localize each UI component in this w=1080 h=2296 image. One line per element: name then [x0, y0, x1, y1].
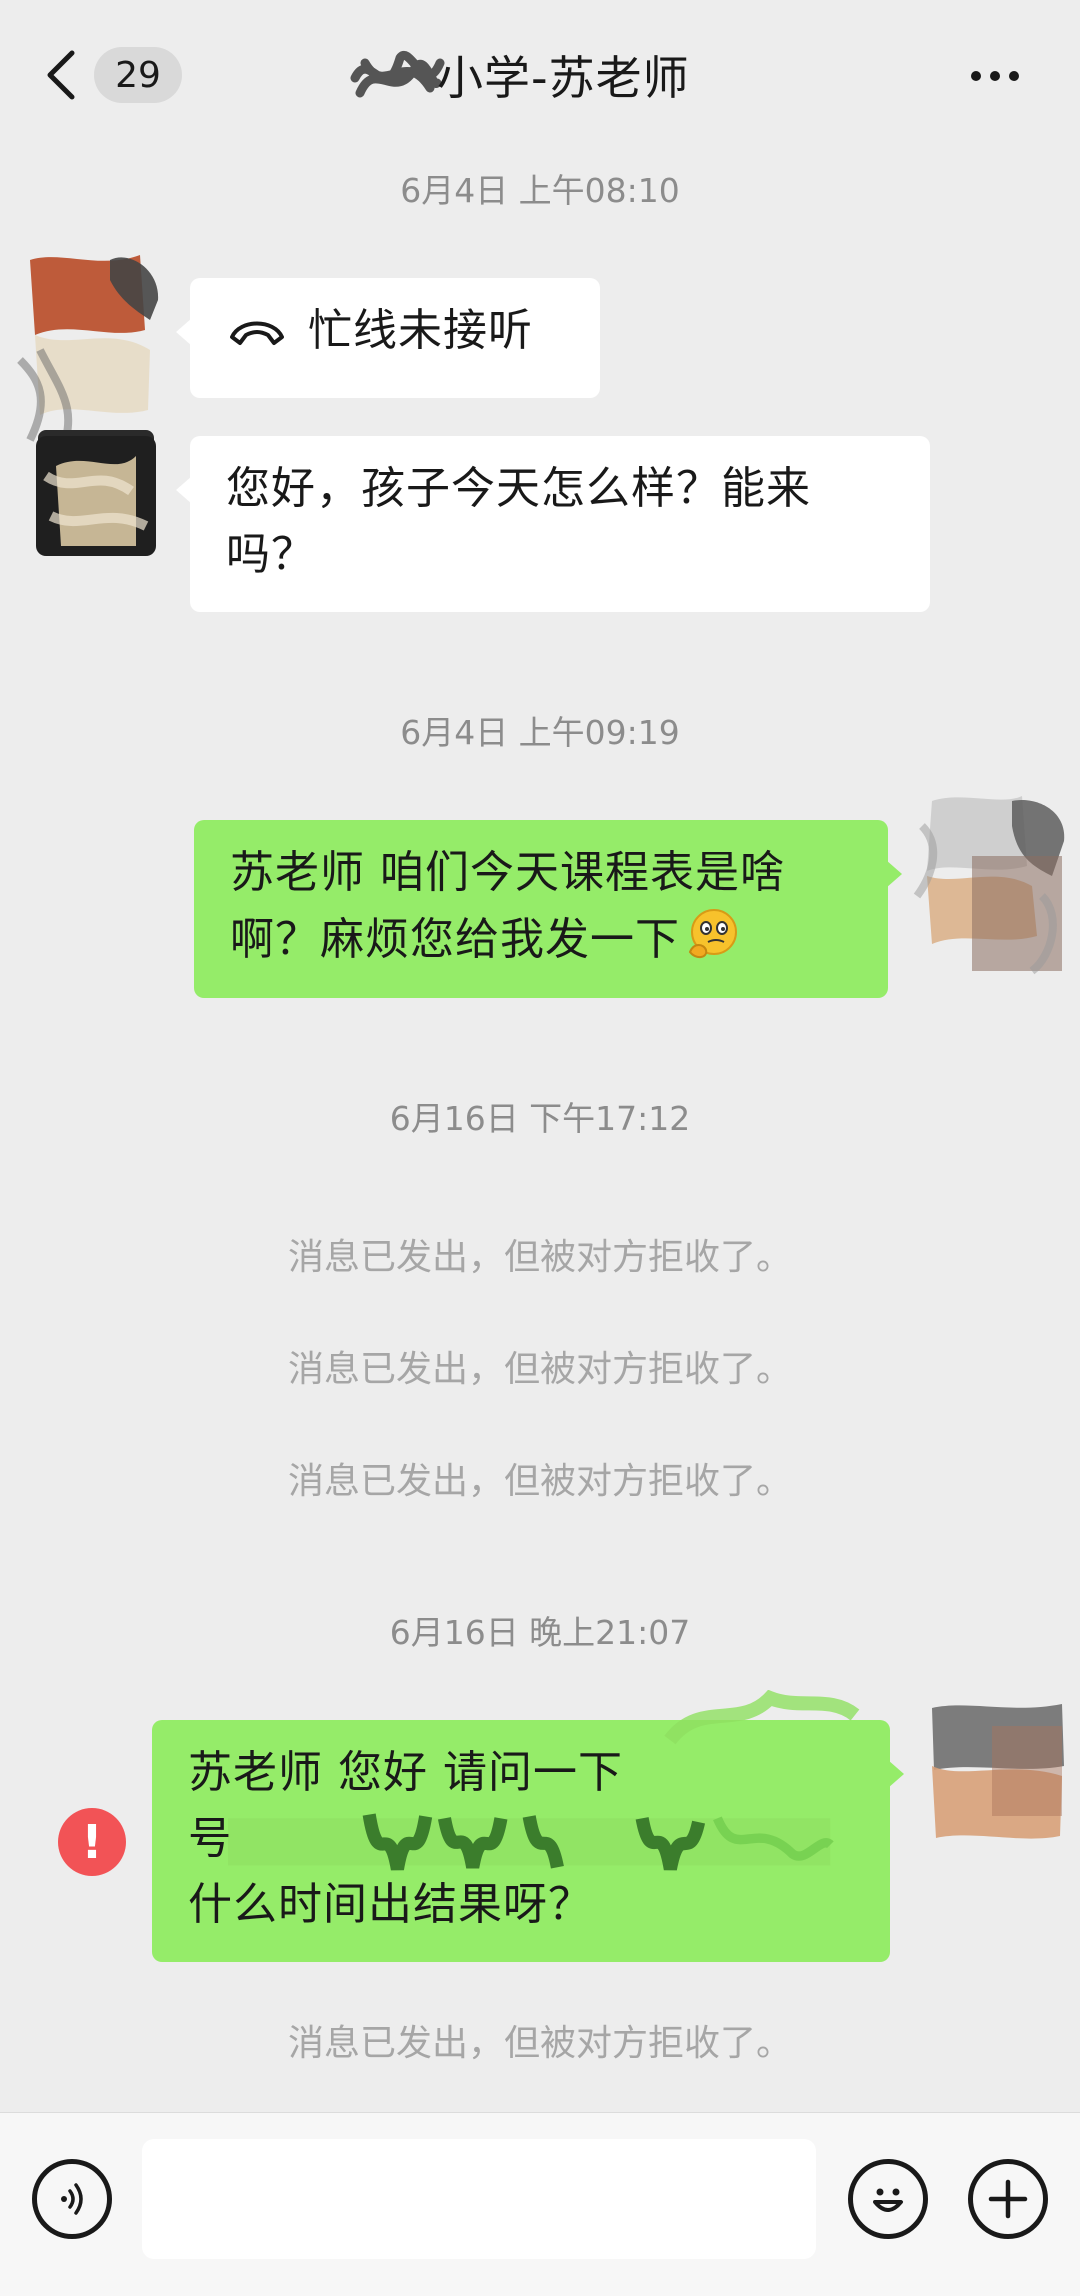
plus-icon: [988, 2179, 1028, 2219]
phone-hangup-icon: [230, 321, 284, 345]
missed-call-text: 忙线未接听: [308, 305, 533, 356]
redaction-scribble: [350, 51, 445, 98]
chat-title: 小学-苏老师: [437, 51, 690, 105]
chevron-left-icon: [47, 50, 75, 100]
incoming-message-bubble[interactable]: 您好，孩子今天怎么样？能来 吗？: [176, 436, 930, 612]
system-notice: 消息已发出，但被对方拒收了。: [287, 2023, 792, 2064]
system-notice: 消息已发出，但被对方拒收了。: [287, 1237, 792, 1278]
more-dots-icon: [990, 71, 1000, 81]
outgoing-message-bubble[interactable]: 苏老师 咱们今天课程表是啥 啊？麻烦您给我发一下: [194, 820, 902, 998]
message-text: 啊？麻烦您给我发一下: [230, 914, 680, 965]
my-avatar[interactable]: [922, 1696, 1072, 1846]
missed-call-bubble[interactable]: 忙线未接听: [176, 278, 600, 398]
timestamp: 6月16日 晚上21:07: [389, 1613, 691, 1652]
back-button[interactable]: 29: [40, 40, 190, 110]
more-features-button[interactable]: [968, 2159, 1048, 2239]
message-text: 苏老师 咱们今天课程表是啥: [230, 847, 785, 898]
redaction-scribble: [228, 1813, 834, 1871]
system-notice: 消息已发出，但被对方拒收了。: [287, 1461, 792, 1502]
message-text: 什么时间出结果呀？: [188, 1879, 593, 1930]
thinking-emoji-icon: [688, 909, 737, 958]
message-text: 号: [188, 1813, 233, 1864]
redaction-scribble: [664, 1690, 860, 1745]
outgoing-message-bubble[interactable]: 苏老师 您好 请问一下 号 什么时间出结果呀？: [152, 1690, 904, 1962]
chat-header: 29 小学-苏老师: [0, 0, 1080, 150]
system-notice: 消息已发出，但被对方拒收了。: [287, 1349, 792, 1390]
timestamp: 6月16日 下午17:12: [389, 1099, 691, 1138]
more-options-button[interactable]: [960, 48, 1030, 104]
contact-avatar[interactable]: [36, 436, 156, 556]
timestamp: 6月4日 上午09:19: [400, 713, 680, 752]
message-input[interactable]: [142, 2139, 816, 2259]
timestamp: 6月4日 上午08:10: [400, 171, 680, 210]
my-avatar[interactable]: [912, 786, 1072, 976]
emoji-button[interactable]: [848, 2159, 928, 2239]
voice-button[interactable]: [32, 2159, 112, 2239]
unread-count-badge: 29: [94, 47, 182, 103]
more-dots-icon: [1009, 71, 1019, 81]
message-text: 吗？: [226, 529, 316, 580]
send-failed-icon[interactable]: !: [58, 1808, 126, 1876]
message-text: 您好，孩子今天怎么样？能来: [226, 463, 811, 514]
emoji-icon: [873, 2188, 903, 2212]
input-bar: [0, 2112, 1080, 2296]
more-dots-icon: [971, 71, 981, 81]
chat-title-wrap: 小学-苏老师: [345, 38, 690, 112]
voice-icon: [61, 2183, 83, 2215]
